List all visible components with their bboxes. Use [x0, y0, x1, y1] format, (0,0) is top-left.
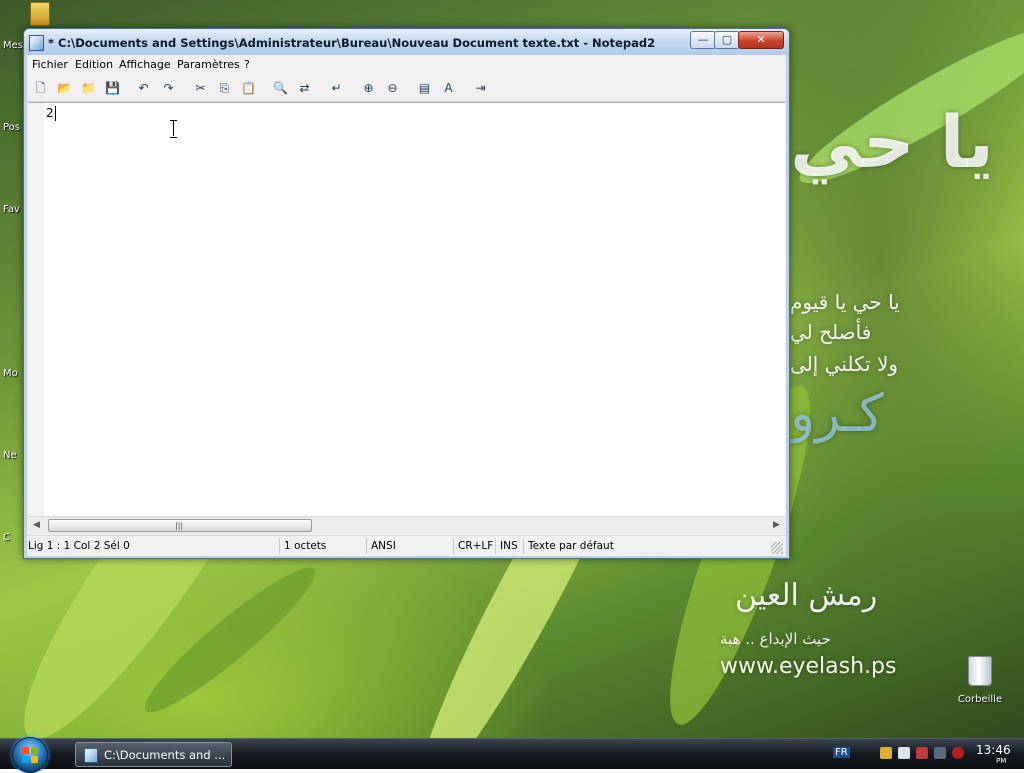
menu-help[interactable]: ?	[244, 58, 250, 71]
desktop-icon-label[interactable]: Pos	[3, 122, 20, 133]
status-position: Lig 1 : 1 Col 2 Sél 0	[28, 540, 130, 552]
minimize-button[interactable]: —	[690, 31, 716, 49]
window-title: * C:\Documents and Settings\Administrate…	[48, 36, 656, 50]
desktop-icon-label[interactable]: Ne	[3, 450, 17, 461]
text-caret	[55, 106, 56, 121]
desktop-icon-label[interactable]: C	[3, 532, 10, 543]
zoom-out-icon[interactable]: ⊖	[384, 80, 401, 97]
zoom-in-icon[interactable]: ⊕	[360, 80, 377, 97]
recycle-bin[interactable]: Corbeille	[958, 656, 1002, 705]
tray-antivirus-icon[interactable]	[916, 747, 928, 759]
undo-icon[interactable]: ↶	[135, 80, 152, 97]
close-button[interactable]: ✕	[738, 31, 784, 49]
replace-icon[interactable]: ⇄	[296, 80, 313, 97]
recycle-bin-label[interactable]: Corbeille	[948, 694, 1012, 705]
clock-suffix: PM	[996, 757, 1007, 765]
taskbar-button-notepad2[interactable]: C:\Documents and ...	[75, 742, 232, 767]
editor-content[interactable]: 2	[46, 106, 54, 120]
status-divider	[453, 538, 454, 554]
status-divider	[523, 538, 524, 554]
taskbar: C:\Documents and ... FR 13:46 PM	[0, 737, 1024, 773]
open-icon[interactable]: 📂	[56, 80, 73, 97]
wallpaper-text: يا حي يا قيوم	[790, 290, 900, 314]
maximize-button[interactable]: ▢	[714, 31, 740, 49]
new-icon[interactable]: 🗋	[32, 80, 49, 97]
tray-network-icon[interactable]	[934, 747, 946, 759]
wallpaper-logo: رمش العين	[735, 578, 878, 613]
status-divider	[495, 538, 496, 554]
status-scheme: Texte par défaut	[528, 540, 614, 552]
text-editor[interactable]: 2	[28, 102, 785, 517]
menu-affichage[interactable]: Affichage	[119, 58, 171, 71]
scroll-right-icon[interactable]: ▶	[768, 518, 785, 533]
status-bar: Lig 1 : 1 Col 2 Sél 0 1 octets ANSI CR+L…	[27, 535, 786, 556]
font-icon[interactable]: A	[440, 80, 457, 97]
redo-icon[interactable]: ↷	[160, 80, 177, 97]
browse-icon[interactable]: 📁	[80, 80, 97, 97]
tray-app-icon[interactable]	[880, 747, 892, 759]
wallpaper-calligraphy: يا حي	[790, 100, 994, 184]
title-bar[interactable]: * C:\Documents and Settings\Administrate…	[24, 29, 789, 55]
menu-bar: Fichier Edition Affichage Paramètres ?	[27, 55, 786, 74]
wallpaper-url: www.eyelash.ps	[720, 654, 897, 679]
status-insert-mode: INS	[500, 540, 518, 552]
exit-icon[interactable]: ⇥	[472, 80, 489, 97]
status-encoding: ANSI	[371, 540, 396, 552]
copy-icon[interactable]: ⎘	[216, 80, 233, 97]
desktop-icon-label[interactable]: Mo	[3, 368, 18, 379]
windows-logo-icon	[22, 747, 38, 763]
horizontal-scrollbar[interactable]: ◀ ||| ▶	[28, 516, 785, 534]
notepad2-icon[interactable]	[29, 35, 44, 51]
paste-icon[interactable]: 📋	[240, 80, 257, 97]
status-size: 1 octets	[284, 540, 327, 552]
menu-fichier[interactable]: Fichier	[32, 58, 68, 71]
wallpaper-text: ولا تكلني إلى	[790, 352, 899, 376]
tray-security-icon[interactable]	[952, 747, 964, 759]
wallpaper-text: فأصلح لي	[790, 320, 872, 344]
wallpaper-text: حيث الإبداع .. هبة	[720, 630, 831, 648]
menu-edition[interactable]: Edition	[75, 58, 113, 71]
save-icon[interactable]: 💾	[104, 80, 121, 97]
resize-grip-icon[interactable]	[771, 542, 783, 554]
cut-icon[interactable]: ✂	[192, 80, 209, 97]
find-icon[interactable]: 🔍	[272, 80, 289, 97]
window-client: Fichier Edition Affichage Paramètres ? 🗋…	[27, 55, 786, 556]
language-indicator[interactable]: FR	[833, 747, 850, 758]
notepad2-icon	[84, 748, 98, 763]
tray-window-icon[interactable]	[898, 747, 910, 759]
desktop-icon-label[interactable]: Mes	[3, 40, 23, 51]
status-divider	[366, 538, 367, 554]
scrollbar-grip-icon: |||	[175, 521, 184, 530]
clock-time[interactable]: 13:46	[976, 744, 1011, 756]
scroll-left-icon[interactable]: ◀	[28, 518, 45, 533]
notepad2-window: * C:\Documents and Settings\Administrate…	[23, 28, 790, 559]
folder-icon[interactable]	[30, 2, 50, 26]
wordwrap-icon[interactable]: ↵	[328, 80, 345, 97]
editor-margin	[28, 103, 44, 517]
wallpaper-text: كـرو	[790, 384, 884, 444]
recycle-bin-icon[interactable]	[968, 656, 992, 686]
status-divider	[279, 538, 280, 554]
desktop-icon-label[interactable]: Fav	[3, 204, 20, 215]
scrollbar-thumb[interactable]: |||	[48, 519, 312, 532]
scheme-icon[interactable]: ▤	[416, 80, 433, 97]
ibeam-cursor-icon	[170, 120, 177, 138]
toolbar: 🗋 📂 📁 💾 ↶ ↷ ✂ ⎘ 📋 🔍 ⇄ ↵ ⊕ ⊖ ▤ A ⇥	[27, 75, 786, 102]
taskbar-button-label: C:\Documents and ...	[104, 748, 226, 762]
menu-parametres[interactable]: Paramètres	[177, 58, 240, 71]
status-line-endings: CR+LF	[458, 540, 494, 552]
